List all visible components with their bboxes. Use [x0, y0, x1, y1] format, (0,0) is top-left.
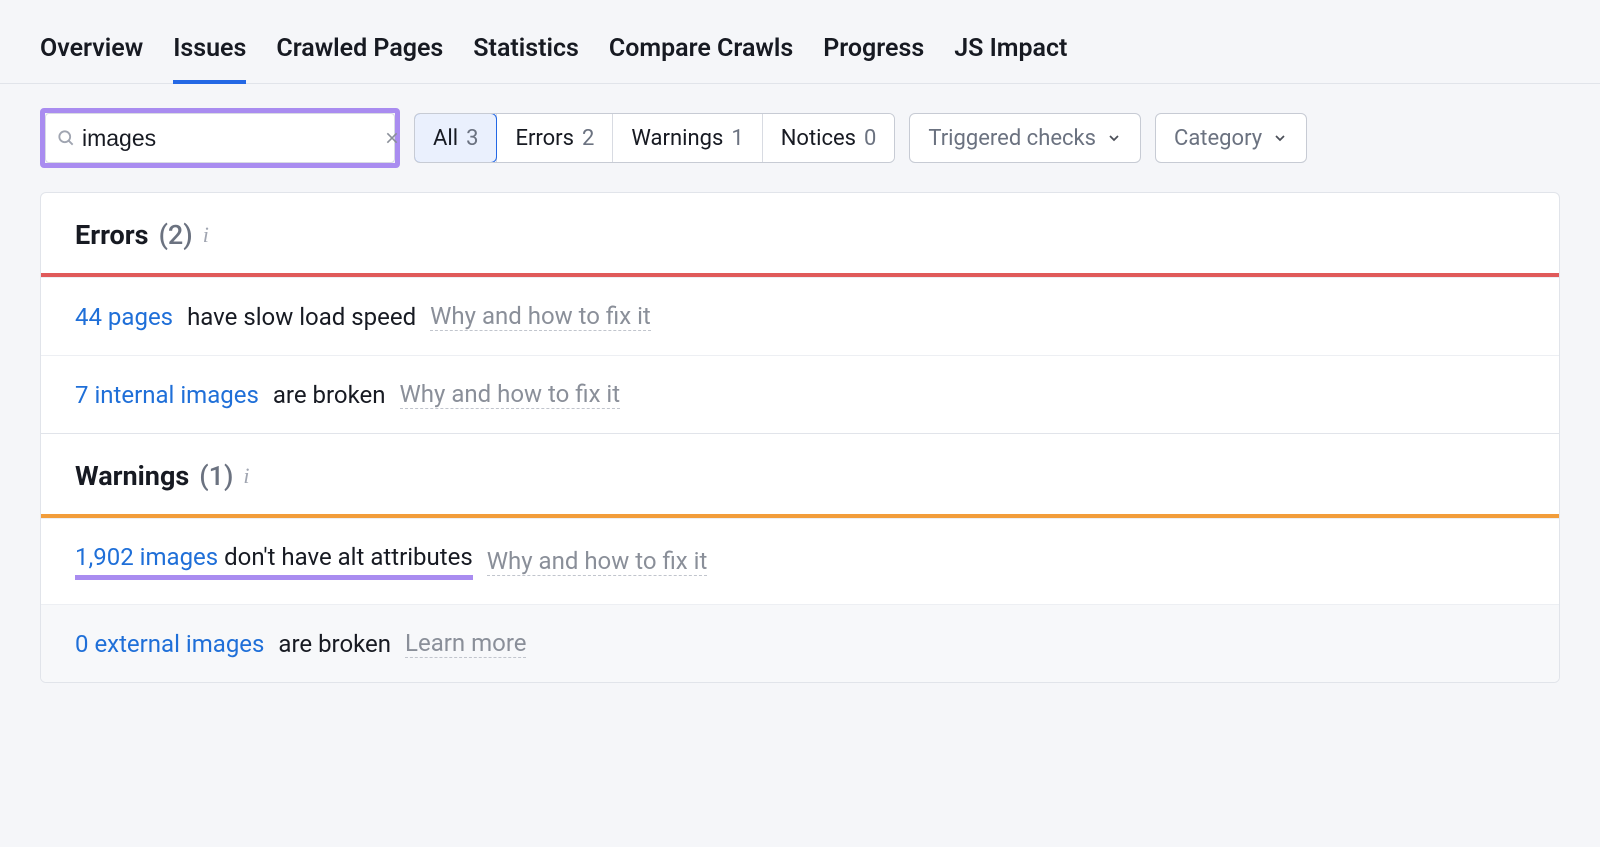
issue-link[interactable]: 0 external images — [75, 630, 264, 658]
issue-text: don't have alt attributes — [224, 543, 473, 571]
filter-all-label: All — [433, 126, 458, 151]
filter-notices-count: 0 — [864, 126, 876, 151]
search-highlight — [40, 108, 400, 168]
tab-crawled-pages[interactable]: Crawled Pages — [276, 20, 443, 83]
category-dropdown[interactable]: Category — [1155, 113, 1307, 163]
warnings-section-header: Warnings (1) i — [41, 433, 1559, 514]
triggered-checks-dropdown[interactable]: Triggered checks — [909, 113, 1141, 163]
issue-link[interactable]: 44 pages — [75, 303, 173, 331]
search-icon — [56, 128, 76, 148]
severity-filter: All 3 Errors 2 Warnings 1 Notices 0 — [414, 113, 895, 163]
info-icon[interactable]: i — [243, 463, 249, 489]
warnings-title: Warnings — [75, 460, 189, 492]
tab-js-impact[interactable]: JS Impact — [954, 20, 1067, 83]
issue-text: have slow load speed — [187, 303, 416, 331]
filter-all[interactable]: All 3 — [414, 113, 497, 163]
issue-row: 0 external images are broken Learn more — [41, 604, 1559, 682]
errors-section-header: Errors (2) i — [41, 193, 1559, 273]
issue-link[interactable]: 7 internal images — [75, 381, 259, 409]
filter-all-count: 3 — [466, 126, 478, 151]
warnings-count: (1) — [199, 460, 233, 492]
tab-progress[interactable]: Progress — [823, 20, 924, 83]
tab-compare-crawls[interactable]: Compare Crawls — [609, 20, 793, 83]
filter-warnings-label: Warnings — [631, 126, 723, 151]
chevron-down-icon — [1106, 130, 1122, 146]
issue-row: 1,902 images don't have alt attributes W… — [41, 518, 1559, 604]
errors-title: Errors — [75, 219, 149, 251]
filter-warnings[interactable]: Warnings 1 — [612, 114, 761, 162]
search-input[interactable] — [76, 125, 384, 152]
chevron-down-icon — [1272, 130, 1288, 146]
issue-link[interactable]: 1,902 images — [75, 543, 218, 571]
issue-hint[interactable]: Why and how to fix it — [400, 380, 621, 409]
filter-toolbar: All 3 Errors 2 Warnings 1 Notices 0 Trig… — [0, 84, 1600, 192]
issue-text: are broken — [273, 381, 386, 409]
tab-issues[interactable]: Issues — [173, 20, 246, 83]
issues-panel: Errors (2) i 44 pages have slow load spe… — [40, 192, 1560, 683]
filter-errors[interactable]: Errors 2 — [496, 114, 612, 162]
filter-warnings-count: 1 — [731, 126, 743, 151]
issue-hint[interactable]: Why and how to fix it — [430, 302, 651, 331]
highlighted-issue: 1,902 images don't have alt attributes — [75, 543, 473, 580]
filter-notices[interactable]: Notices 0 — [762, 114, 895, 162]
issue-text: are broken — [278, 630, 391, 658]
tab-statistics[interactable]: Statistics — [473, 20, 579, 83]
filter-errors-label: Errors — [515, 126, 574, 151]
clear-icon[interactable] — [384, 130, 400, 146]
issue-hint[interactable]: Why and how to fix it — [487, 547, 708, 576]
search-box[interactable] — [45, 113, 395, 163]
issue-row: 44 pages have slow load speed Why and ho… — [41, 277, 1559, 355]
issue-row: 7 internal images are broken Why and how… — [41, 355, 1559, 433]
info-icon[interactable]: i — [203, 222, 209, 248]
main-tabs: Overview Issues Crawled Pages Statistics… — [0, 0, 1600, 84]
filter-errors-count: 2 — [582, 126, 594, 151]
filter-notices-label: Notices — [781, 126, 856, 151]
triggered-checks-label: Triggered checks — [928, 126, 1096, 151]
category-label: Category — [1174, 126, 1262, 151]
errors-count: (2) — [159, 219, 193, 251]
tab-overview[interactable]: Overview — [40, 20, 143, 83]
issue-hint[interactable]: Learn more — [405, 629, 526, 658]
